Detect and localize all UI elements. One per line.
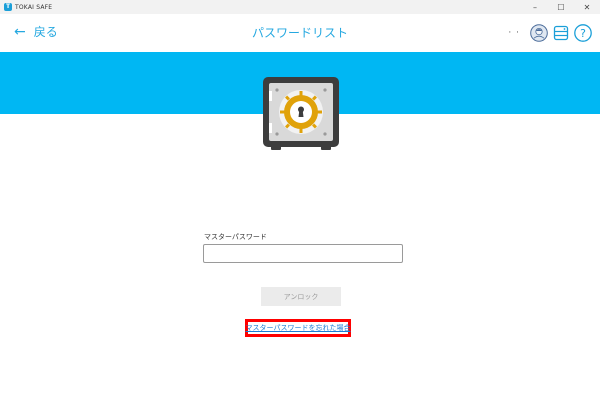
master-password-label: マスターパスワード [204,233,267,241]
header-actions: · · ? [508,24,592,42]
help-glyph: ? [580,27,586,40]
help-icon[interactable]: ? [574,24,592,42]
app-window: T TOKAI SAFE – ☐ ✕ ← 戻る パスワードリスト · · ? マ… [0,0,600,413]
title-bar: T TOKAI SAFE – ☐ ✕ [0,0,600,14]
unlock-button[interactable]: アンロック [261,287,341,306]
minimize-button[interactable]: – [522,0,548,14]
window-controls: – ☐ ✕ [522,0,600,14]
forgot-password-link[interactable]: マスターパスワードを忘れた場合 [246,323,351,333]
forgot-password-highlight: マスターパスワードを忘れた場合 [245,319,351,337]
app-header: ← 戻る パスワードリスト · · ? [0,14,600,52]
app-title: TOKAI SAFE [15,3,53,11]
storage-icon[interactable] [552,24,570,42]
master-password-input[interactable] [203,244,403,263]
app-logo-icon: T [4,3,12,11]
safe-icon [263,77,339,150]
close-button[interactable]: ✕ [574,0,600,14]
maximize-button[interactable]: ☐ [548,0,574,14]
more-indicator: · · [508,28,520,38]
avatar-icon[interactable] [530,24,548,42]
